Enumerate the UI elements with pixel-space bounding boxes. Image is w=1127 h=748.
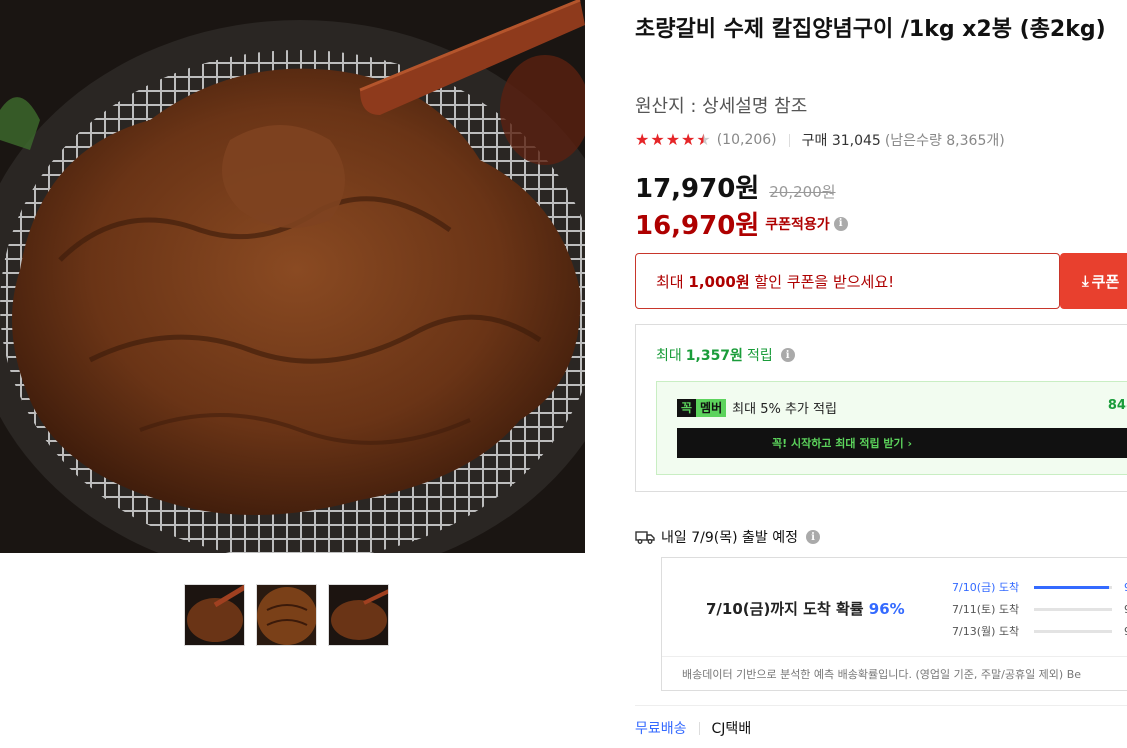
delivery-bar-fill [1034,585,1109,589]
divider [788,133,790,147]
probability-text: 7/10(금)까지 도착 확률 [706,600,864,618]
membership-logo-m: 멤버 [696,398,727,417]
original-price: 20,200원 [769,183,836,201]
stock-remaining: (남은수량 8,365개) [884,133,1005,149]
departure-text: 내일 7/9(목) 출발 예정 [661,530,798,546]
truck-icon [635,531,655,544]
reward-prefix: 최대 [656,348,682,364]
membership-box: 꼭 멤버 최대 5% 추가 적립 848 꼭! 시작하고 최대 적립 받기 › [656,381,1127,475]
star-icon: ★ [681,130,696,149]
info-icon[interactable]: i [833,216,848,231]
probability-value: 96% [868,600,905,618]
thumbnail-3[interactable] [328,584,389,646]
coupon-amount: 1,000원 [688,272,750,291]
price-row: 17,970원 20,200원 [635,168,836,205]
membership-logo: 꼭 멤버 [677,398,727,417]
delivery-note: 배송데이터 기반으로 분석한 예측 배송확률입니다. (영업일 기준, 주말/공… [662,656,1127,690]
product-main-image[interactable] [0,0,585,553]
reward-title: 최대 1,357원 적립 i [656,345,795,365]
delivery-probability: 7/10(금)까지 도착 확률 96% [706,598,905,619]
delivery-row: 7/11(토) 도착 9 [952,598,1127,620]
reward-suffix: 적립 [746,348,773,364]
divider [698,721,700,735]
thumbnail-list [184,584,389,646]
delivery-bar [1034,607,1112,611]
membership-row: 꼭 멤버 최대 5% 추가 적립 [677,398,837,417]
free-shipping-label: 무료배송 [635,721,687,737]
membership-text: 최대 5% 추가 적립 [732,402,837,417]
thumbnail-2[interactable] [256,584,317,646]
reward-amount: 1,357원 [685,348,743,364]
shipping-method-row: 무료배송 CJ택배 [635,718,751,738]
sale-price: 17,970원 [635,174,760,204]
reward-box: 최대 1,357원 적립 i 꼭 멤버 최대 5% 추가 적립 848 꼭! 시… [635,324,1127,492]
star-icon: ★ [650,130,665,149]
product-info-panel: 초량갈비 수제 칼집양념구이 /1kg x2봉 (총2kg) 원산지 : 상세설… [635,0,1127,748]
coupon-suffix: 할인 쿠폰을 받으세요! [754,272,895,291]
star-rating[interactable]: ★ ★ ★ ★ ★ [635,132,711,148]
shipping-departure-row: 내일 7/9(목) 출발 예정 i [635,527,820,547]
delivery-probability-box: 7/10(금)까지 도착 확률 96% 7/10(금) 도착 9 7/11(토)… [661,557,1127,691]
product-title: 초량갈비 수제 칼집양념구이 /1kg x2봉 (총2kg) [635,17,1106,42]
coupon-price-row: 16,970원 쿠폰적용가 i [635,205,848,242]
delivery-bar [1034,629,1112,633]
coupon-banner[interactable]: 최대 1,000원 할인 쿠폰을 받으세요! [635,253,1060,309]
coupon-download-button[interactable]: ⤓ 쿠폰 [1060,253,1127,309]
thumbnail-1[interactable] [184,584,245,646]
membership-logo-k: 꼭 [677,398,697,417]
coupon-price-label: 쿠폰적용가 [765,216,830,233]
carrier-label: CJ택배 [711,721,752,737]
coupon-prefix: 최대 [656,272,684,291]
delivery-row-label: 7/13(월) 도착 [952,625,1020,638]
delivery-bar [1034,585,1112,589]
product-origin: 원산지 : 상세설명 참조 [635,96,808,117]
membership-start-button[interactable]: 꼭! 시작하고 최대 적립 받기 › [677,428,1127,458]
membership-amount: 848 [1107,398,1127,413]
star-icon: ★ [635,130,650,149]
review-count-link[interactable]: (10,206) [717,132,777,148]
star-icon: ★ [665,130,681,149]
download-arrow-icon: ⤓ [1082,272,1089,290]
delivery-row: 7/13(월) 도착 9 [952,620,1127,642]
buy-count: 구매 31,045 [801,133,881,149]
coupon-button-label: 쿠폰 [1091,272,1120,291]
divider [635,705,1127,706]
star-half-icon: ★ [696,130,711,149]
delivery-rows: 7/10(금) 도착 9 7/11(토) 도착 9 7/13(월) 도착 9 [952,576,1127,642]
info-icon[interactable]: i [780,348,795,362]
delivery-row: 7/10(금) 도착 9 [952,576,1127,598]
info-icon[interactable]: i [805,530,820,544]
rating-row: ★ ★ ★ ★ ★ (10,206) 구매 31,045 (남은수량 8,365… [635,130,1005,150]
delivery-row-label: 7/10(금) 도착 [952,581,1020,594]
coupon-price: 16,970원 [635,211,760,241]
delivery-row-label: 7/11(토) 도착 [952,603,1020,616]
